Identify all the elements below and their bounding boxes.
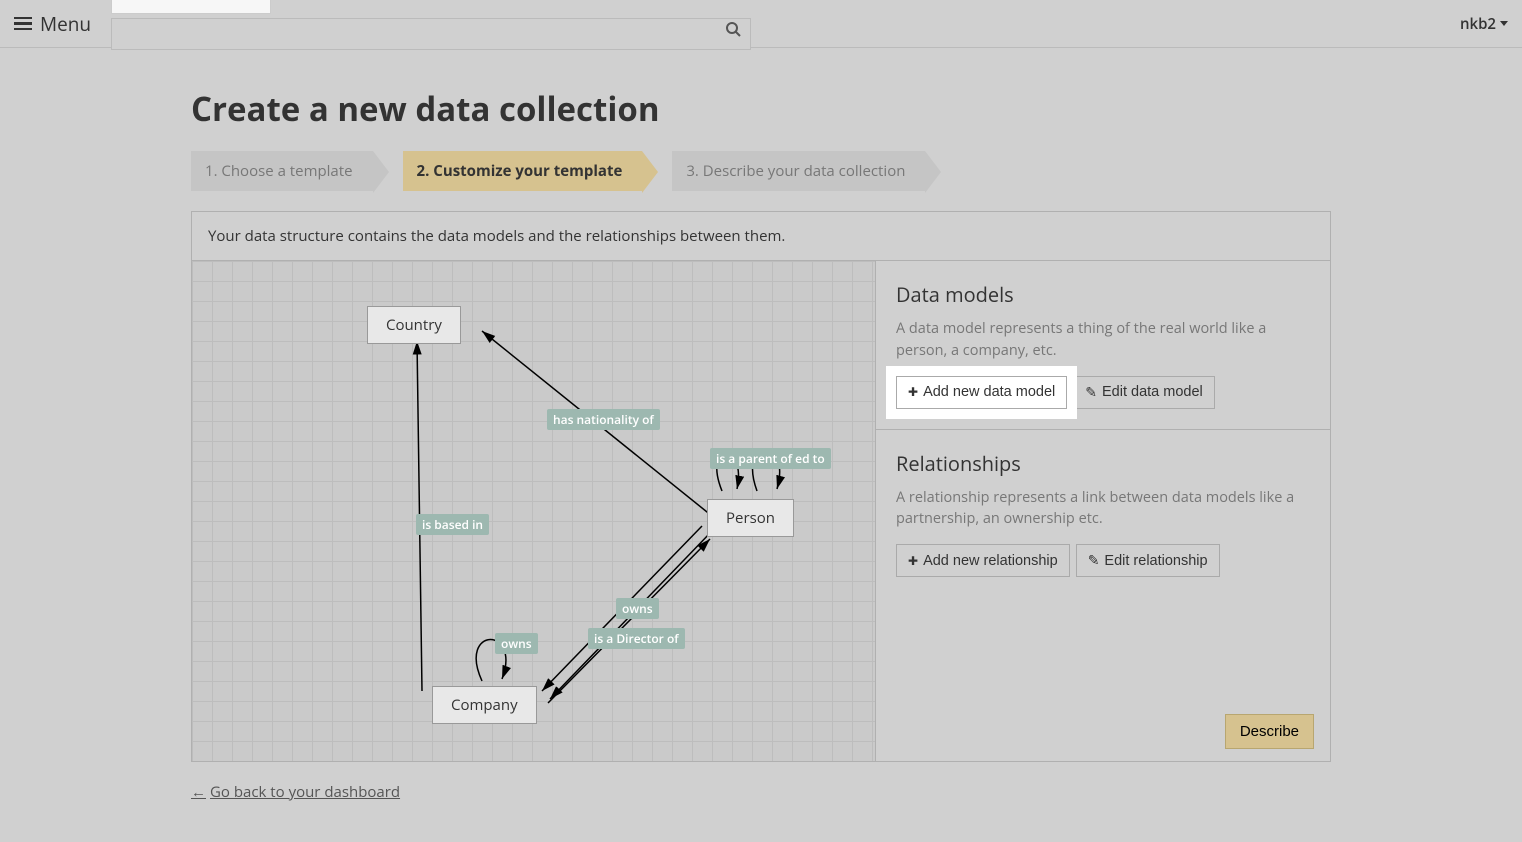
section-data-models: Data models A data model represents a th… xyxy=(876,261,1330,430)
edit-relationship-button[interactable]: Edit relationship xyxy=(1076,544,1220,577)
caret-down-icon xyxy=(1500,21,1508,26)
step-3[interactable]: 3. Describe your data collection xyxy=(672,151,925,191)
arrow-left-icon xyxy=(191,782,206,802)
plus-icon xyxy=(908,553,918,569)
sidebar: Data models A data model represents a th… xyxy=(875,261,1330,761)
rel-based[interactable]: is based in xyxy=(416,514,489,535)
wizard-steps: 1. Choose a template 2. Customize your t… xyxy=(191,151,1331,191)
graph-area[interactable]: Country Person Company has nationality o… xyxy=(192,261,875,761)
rel-nationality[interactable]: has nationality of xyxy=(547,409,660,430)
hamburger-icon xyxy=(14,14,32,34)
rel-director[interactable]: is a Director of xyxy=(588,628,685,649)
search-input[interactable] xyxy=(111,18,751,50)
rel-owns-self[interactable]: owns xyxy=(495,633,538,654)
panel-body: Country Person Company has nationality o… xyxy=(192,261,1330,761)
page-title: Create a new data collection xyxy=(191,86,1331,131)
relationships-desc: A relationship represents a link between… xyxy=(896,487,1310,531)
sidebar-footer: Describe xyxy=(876,702,1330,761)
models-buttons: Add new data model Edit data model xyxy=(896,376,1310,409)
edit-rel-label: Edit relationship xyxy=(1104,553,1207,569)
models-title: Data models xyxy=(896,281,1310,308)
url-bar xyxy=(111,0,271,14)
node-company[interactable]: Company xyxy=(432,686,537,724)
main-container: Create a new data collection 1. Choose a… xyxy=(191,48,1331,842)
user-menu[interactable]: nkb2 xyxy=(1460,14,1508,34)
panel-header: Your data structure contains the data mo… xyxy=(192,212,1330,261)
back-link[interactable]: Go back to your dashboard xyxy=(191,782,400,802)
search-icon[interactable] xyxy=(725,21,741,42)
rel-owns[interactable]: owns xyxy=(616,598,659,619)
section-relationships: Relationships A relationship represents … xyxy=(876,430,1330,598)
step-1[interactable]: 1. Choose a template xyxy=(191,151,373,191)
step-2[interactable]: 2. Customize your template xyxy=(403,151,643,191)
add-relationship-button[interactable]: Add new relationship xyxy=(896,544,1070,577)
models-desc: A data model represents a thing of the r… xyxy=(896,318,1310,362)
rel-parent[interactable]: is a parent of ed to xyxy=(710,448,831,469)
edit-icon xyxy=(1085,384,1097,401)
add-model-label: Add new data model xyxy=(923,384,1055,400)
edit-data-model-button[interactable]: Edit data model xyxy=(1073,376,1215,409)
search-wrap xyxy=(111,0,751,50)
topbar: Menu nkb2 xyxy=(0,0,1522,48)
relationships-title: Relationships xyxy=(896,450,1310,477)
describe-button[interactable]: Describe xyxy=(1225,714,1314,749)
back-label: Go back to your dashboard xyxy=(210,782,400,802)
add-data-model-button[interactable]: Add new data model xyxy=(896,376,1067,409)
add-rel-label: Add new relationship xyxy=(923,553,1058,569)
plus-icon xyxy=(908,384,918,400)
relationships-buttons: Add new relationship Edit relationship xyxy=(896,544,1310,577)
edit-icon xyxy=(1088,552,1100,569)
template-panel: Your data structure contains the data mo… xyxy=(191,211,1331,762)
node-person[interactable]: Person xyxy=(707,499,794,537)
user-label: nkb2 xyxy=(1460,14,1496,34)
node-country[interactable]: Country xyxy=(367,306,461,344)
menu-label: Menu xyxy=(40,11,91,37)
menu-button[interactable]: Menu xyxy=(14,11,91,37)
edit-model-label: Edit data model xyxy=(1102,384,1203,400)
